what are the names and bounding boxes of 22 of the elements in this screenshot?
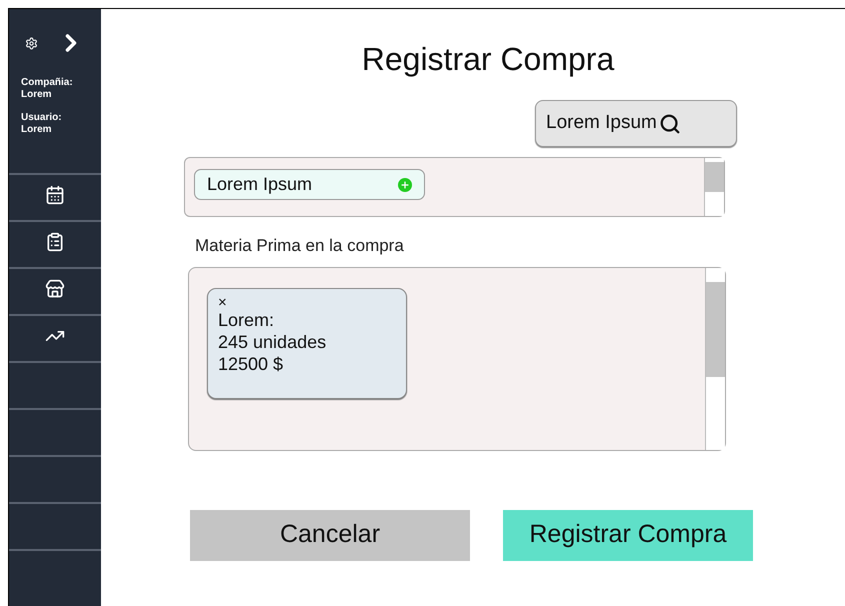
material-quantity: 245 unidades bbox=[218, 330, 326, 352]
calendar-icon bbox=[45, 185, 65, 205]
search-button[interactable]: Lorem Ipsum bbox=[535, 100, 737, 147]
materials-label: Materia Prima en la compra bbox=[195, 235, 405, 257]
user-name: Lorem bbox=[21, 124, 53, 136]
remove-button[interactable]: × bbox=[218, 296, 227, 308]
search-icon bbox=[658, 112, 681, 134]
scrollbar[interactable] bbox=[705, 268, 725, 450]
company-name: Lorem bbox=[21, 89, 53, 101]
clipboard-icon bbox=[45, 232, 65, 252]
company-label: Compañia: bbox=[21, 77, 74, 89]
page-title: Registrar Compra bbox=[360, 41, 616, 77]
supplier-chip[interactable]: Lorem Ipsum bbox=[194, 169, 425, 200]
register-button[interactable]: Registrar Compra bbox=[503, 510, 753, 560]
settings-icon[interactable] bbox=[25, 36, 38, 50]
add-icon bbox=[398, 178, 412, 192]
store-icon bbox=[45, 279, 65, 299]
material-name: Lorem: bbox=[218, 308, 274, 330]
cancel-button[interactable]: Cancelar bbox=[190, 510, 470, 560]
material-price: 12500 $ bbox=[218, 352, 284, 374]
user-label: Usuario: bbox=[21, 112, 63, 124]
scrollbar[interactable] bbox=[704, 158, 724, 216]
